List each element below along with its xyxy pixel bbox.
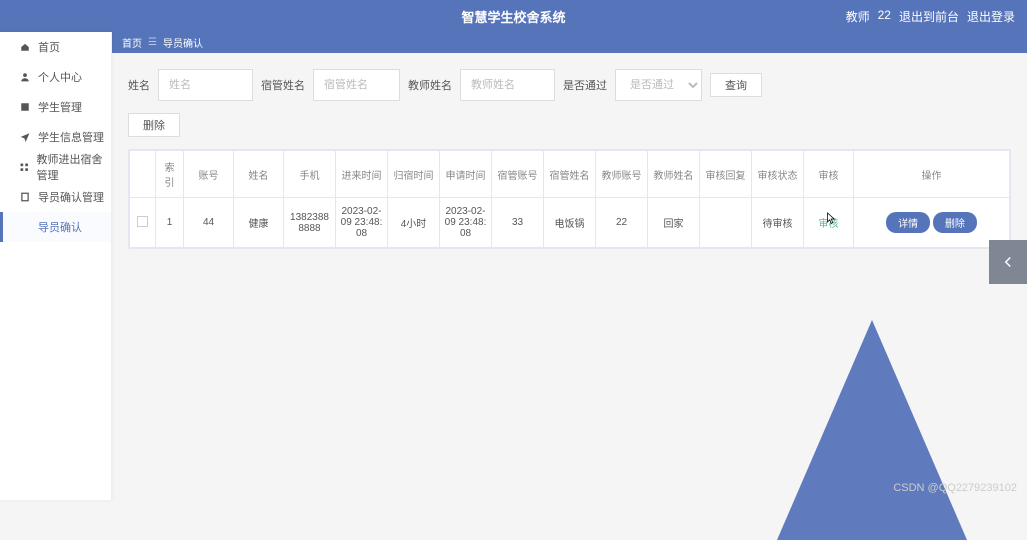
review-link[interactable]: 审核 [819,219,839,230]
td-teachername: 回家 [648,198,700,248]
table-head: 索引 账号 姓名 手机 进来时间 归宿时间 申请时间 宿管账号 宿管姓名 教师账… [130,151,1010,198]
filter-dorm-input[interactable] [313,69,400,101]
td-checkbox[interactable] [130,198,156,248]
filter-teacher-label: 教师姓名 [408,77,452,93]
td-teacheracc: 22 [596,198,648,248]
sidebar-item-advisor-mgmt[interactable]: 导员确认管理 [0,182,111,212]
sidebar-item-student[interactable]: 学生管理 [0,92,111,122]
book-icon [20,102,30,112]
sidebar-item-advisor-confirm[interactable]: 导员确认 [0,212,111,242]
breadcrumb-sep: ☰ [148,37,157,48]
user-id: 22 [878,8,891,25]
td-index: 1 [156,198,184,248]
sidebar-item-label: 首页 [38,39,60,55]
filter-dorm-label: 宿管姓名 [261,77,305,93]
td-phone: 13823888888 [284,198,336,248]
exit-login-link[interactable]: 退出登录 [967,8,1015,25]
th-stay: 归宿时间 [388,151,440,198]
checkbox-icon[interactable] [137,167,148,178]
th-reviewstatus: 审核状态 [752,151,804,198]
filter-pass-label: 是否通过 [563,77,607,93]
delete-bar: 删除 [128,113,1011,137]
td-name: 健康 [234,198,284,248]
query-button[interactable]: 查询 [710,73,762,97]
th-ops: 操作 [854,151,1010,198]
th-dormname: 宿管姓名 [544,151,596,198]
user-role: 教师 [846,8,870,25]
filter-name-label: 姓名 [128,77,150,93]
sidebar-item-teacher-dorm[interactable]: 教师进出宿舍管理 [0,152,111,182]
th-applytime: 申请时间 [440,151,492,198]
sidebar-item-label: 学生信息管理 [38,129,104,145]
user-icon [20,72,30,82]
th-phone: 手机 [284,151,336,198]
blank-icon [20,222,30,232]
breadcrumb: 首页 ☰ 导员确认 [112,32,1027,53]
watermark: CSDN @QQ2279239102 [893,482,1017,494]
app-title: 智慧学生校舍系统 [461,7,565,26]
th-account: 账号 [184,151,234,198]
checkbox-icon[interactable] [137,216,148,227]
grid-icon [20,162,28,172]
th-intime: 进来时间 [336,151,388,198]
filter-pass-select[interactable]: 是否通过 [615,69,702,101]
sidebar-item-label: 个人中心 [38,69,82,85]
topbar-right: 教师 22 退出到前台 退出登录 [846,8,1015,25]
exit-front-link[interactable]: 退出到前台 [899,8,959,25]
send-icon [20,132,30,142]
sidebar: 首页 个人中心 学生管理 学生信息管理 教师进出宿舍管理 导员确认管理 导员确认 [0,32,112,500]
sidebar-item-home[interactable]: 首页 [0,32,111,62]
sidebar-item-label: 学生管理 [38,99,82,115]
td-dormname: 电饭锅 [544,198,596,248]
detail-button[interactable]: 详情 [886,212,930,233]
th-name: 姓名 [234,151,284,198]
table-row: 1 44 健康 13823888888 2023-02-09 23:48:08 … [130,198,1010,248]
delete-button[interactable]: 删除 [128,113,180,137]
th-dormacc: 宿管账号 [492,151,544,198]
sidebar-item-label: 教师进出宿舍管理 [36,151,111,183]
sidebar-item-label: 导员确认管理 [38,189,104,205]
filter-teacher-input[interactable] [460,69,555,101]
td-reviewreply [700,198,752,248]
main-content: 首页 ☰ 导员确认 姓名 宿管姓名 教师姓名 是否通过 是否通过 查询 删除 [112,32,1027,500]
sidebar-item-profile[interactable]: 个人中心 [0,62,111,92]
th-index: 索引 [156,151,184,198]
th-teachername: 教师姓名 [648,151,700,198]
td-intime: 2023-02-09 23:48:08 [336,198,388,248]
filter-bar: 姓名 宿管姓名 教师姓名 是否通过 是否通过 查询 [128,69,1011,101]
sidebar-item-student-info[interactable]: 学生信息管理 [0,122,111,152]
td-reviewstatus: 待审核 [752,198,804,248]
side-collapse-tab[interactable] [989,240,1027,284]
td-applytime: 2023-02-09 23:48:08 [440,198,492,248]
sidebar-item-label: 导员确认 [38,219,82,235]
breadcrumb-current: 导员确认 [163,35,203,50]
th-checkbox[interactable] [130,151,156,198]
filter-name-input[interactable] [158,69,253,101]
td-account: 44 [184,198,234,248]
data-table: 索引 账号 姓名 手机 进来时间 归宿时间 申请时间 宿管账号 宿管姓名 教师账… [128,149,1011,249]
td-stay: 4小时 [388,198,440,248]
chevron-left-icon [1002,256,1014,268]
home-icon [20,42,30,52]
top-bar: 智慧学生校舍系统 教师 22 退出到前台 退出登录 [0,0,1027,32]
td-dormacc: 33 [492,198,544,248]
row-delete-button[interactable]: 删除 [933,212,977,233]
th-teacheracc: 教师账号 [596,151,648,198]
clipboard-icon [20,192,30,202]
th-reviewreply: 审核回复 [700,151,752,198]
breadcrumb-home[interactable]: 首页 [122,35,142,50]
td-ops: 详情 删除 [854,198,1010,248]
td-review: 审核 [804,198,854,248]
th-review: 审核 [804,151,854,198]
